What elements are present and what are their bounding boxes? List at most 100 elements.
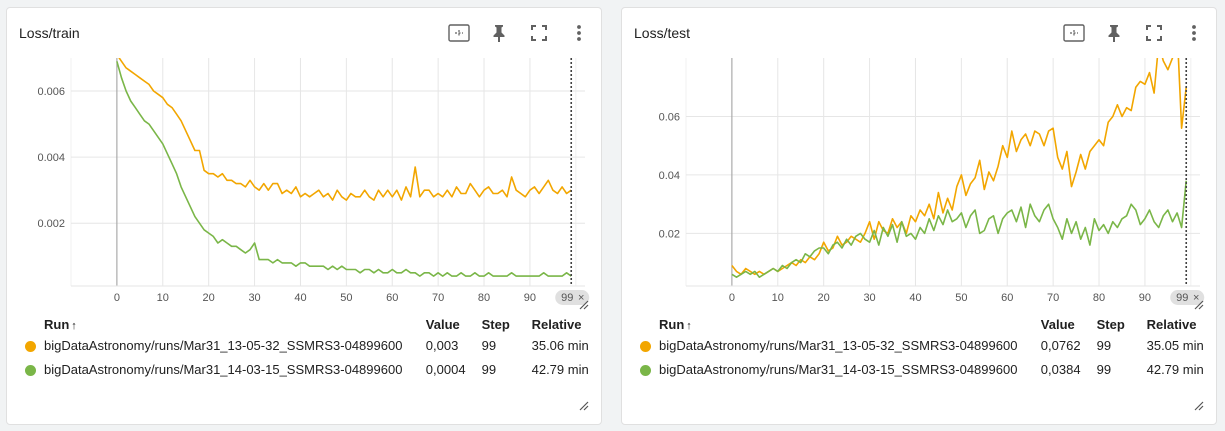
fullscreen-icon	[531, 25, 547, 41]
run-value: 0,003	[425, 337, 459, 353]
more-vert-icon	[1192, 25, 1196, 41]
run-header-label: Run	[659, 316, 685, 332]
fit-domain-button[interactable]	[1062, 21, 1086, 45]
run-value: 0,0004	[425, 361, 466, 377]
series-line-2	[731, 180, 1187, 278]
step-header[interactable]: Step	[482, 315, 532, 333]
series-line-1	[118, 58, 572, 201]
x-tick-label: 70	[432, 292, 444, 304]
header-spacer	[640, 315, 659, 333]
runs-table: Run ↑ Value Step Relative bigDataAstronom…	[640, 315, 1216, 381]
y-tick-label: 0.004	[37, 152, 65, 164]
x-tick-label: 0	[729, 292, 735, 304]
relative-header[interactable]: Relative	[1147, 315, 1216, 333]
run-name: bigDataAstronomy/runs/Mar31_14-03-15_SSM…	[659, 361, 1018, 377]
run-color-cell	[640, 357, 659, 381]
run-name: bigDataAstronomy/runs/Mar31_14-03-15_SSM…	[44, 361, 403, 377]
fullscreen-button[interactable]	[1142, 21, 1166, 45]
run-step: 99	[481, 361, 497, 377]
table-header-row: Run ↑ Value Step Relative	[25, 315, 601, 333]
run-relative: 35.06 min	[531, 337, 589, 353]
sort-arrow-icon: ↑	[71, 319, 77, 332]
resize-handle-icon[interactable]	[1194, 300, 1204, 310]
fit-domain-icon	[448, 24, 470, 42]
value-header[interactable]: Value	[426, 315, 482, 333]
chart-plot[interactable]: 0.02 0.04 0.06 0 10 20 30 40 50 60 70 80 90 99 ×	[622, 48, 1218, 313]
run-step: 99	[481, 337, 497, 353]
chart-title: Loss/test	[634, 25, 691, 41]
run-step: 99	[1096, 361, 1112, 377]
table-header-row: Run ↑ Value Step Relative	[640, 315, 1216, 333]
relative-header[interactable]: Relative	[532, 315, 601, 333]
more-vert-icon	[577, 25, 581, 41]
table-row: bigDataAstronomy/runs/Mar31_13-05-32_SSM…	[25, 333, 601, 357]
run-name: bigDataAstronomy/runs/Mar31_13-05-32_SSM…	[44, 337, 403, 353]
x-tick-label: 20	[203, 292, 215, 304]
pin-button[interactable]	[1102, 21, 1126, 45]
run-relative: 42.79 min	[531, 361, 589, 377]
table-row: bigDataAstronomy/runs/Mar31_13-05-32_SSM…	[640, 333, 1216, 357]
resize-handle-icon[interactable]	[579, 300, 589, 310]
series-line-1	[731, 58, 1187, 276]
table-row: bigDataAstronomy/runs/Mar31_14-03-15_SSM…	[640, 357, 1216, 381]
pin-icon	[1108, 25, 1120, 42]
step-header[interactable]: Step	[1097, 315, 1147, 333]
run-color-dot-icon	[640, 364, 651, 376]
fullscreen-button[interactable]	[527, 21, 551, 45]
chart-svg[interactable]: 0.0020.0040.0060 10 20 30 40 50 60 70 80 90 99 ×	[7, 48, 603, 313]
resize-handle-icon[interactable]	[579, 401, 589, 411]
x-tick-label: 10	[157, 292, 169, 304]
x-tick-label: 60	[386, 292, 398, 304]
run-header[interactable]: Run ↑	[659, 315, 1041, 333]
run-color-cell	[25, 333, 44, 357]
series-line-2	[116, 61, 572, 277]
runs-table: Run ↑ Value Step Relative bigDataAstronom…	[25, 315, 601, 381]
x-tick-label: 0	[114, 292, 120, 304]
run-color-cell	[640, 333, 659, 357]
fullscreen-icon	[1146, 25, 1162, 41]
run-header-label: Run	[44, 316, 70, 332]
x-tick-label: 80	[1093, 292, 1105, 304]
chart-svg[interactable]: 0.020.040.060 10 20 30 40 50 60 70 80 90 99 ×	[622, 48, 1218, 313]
x-tick-label: 50	[955, 292, 967, 304]
resize-handle-icon[interactable]	[1194, 401, 1204, 411]
x-tick-label: 90	[1139, 292, 1151, 304]
chart-plot[interactable]: 0.002 0.004 0.006 0 10 20 30 40 50 60 70 80 90 99 ×	[7, 48, 603, 313]
run-relative: 35.05 min	[1146, 337, 1204, 353]
y-tick-label: 0.06	[659, 111, 680, 123]
x-tick-label: 30	[248, 292, 260, 304]
run-relative: 42.79 min	[1146, 361, 1204, 377]
more-options-button[interactable]	[1182, 21, 1206, 45]
x-tick-label: 60	[1001, 292, 1013, 304]
run-color-dot-icon	[25, 340, 36, 352]
sort-arrow-icon: ↑	[686, 319, 692, 332]
y-tick-label: 0.006	[37, 86, 65, 98]
y-tick-label: 0.002	[37, 218, 65, 230]
step-marker-label: 99	[561, 292, 573, 304]
x-tick-label: 30	[863, 292, 875, 304]
value-header[interactable]: Value	[1041, 315, 1097, 333]
pin-button[interactable]	[487, 21, 511, 45]
more-options-button[interactable]	[567, 21, 591, 45]
x-tick-label: 80	[478, 292, 490, 304]
y-tick-label: 0.04	[659, 170, 680, 182]
x-tick-label: 40	[294, 292, 306, 304]
chart-toolbar	[431, 21, 591, 45]
x-tick-label: 40	[909, 292, 921, 304]
fit-domain-icon	[1063, 24, 1085, 42]
x-tick-label: 70	[1047, 292, 1059, 304]
step-marker-label: 99	[1176, 292, 1188, 304]
run-color-dot-icon	[25, 364, 36, 376]
fit-domain-button[interactable]	[447, 21, 471, 45]
run-value: 0,0762	[1040, 337, 1081, 353]
run-color-dot-icon	[640, 340, 651, 352]
x-tick-label: 90	[524, 292, 536, 304]
x-tick-label: 10	[772, 292, 784, 304]
x-tick-label: 20	[818, 292, 830, 304]
run-name: bigDataAstronomy/runs/Mar31_13-05-32_SSM…	[659, 337, 1018, 353]
header-spacer	[25, 315, 44, 333]
run-color-cell	[25, 357, 44, 381]
chart-card-loss-test: Loss/test 0.02 0.04 0.06 0 10 20 30 40 50 60 70 80 9…	[621, 7, 1217, 425]
y-tick-label: 0.02	[659, 228, 680, 240]
run-header[interactable]: Run ↑	[44, 315, 426, 333]
